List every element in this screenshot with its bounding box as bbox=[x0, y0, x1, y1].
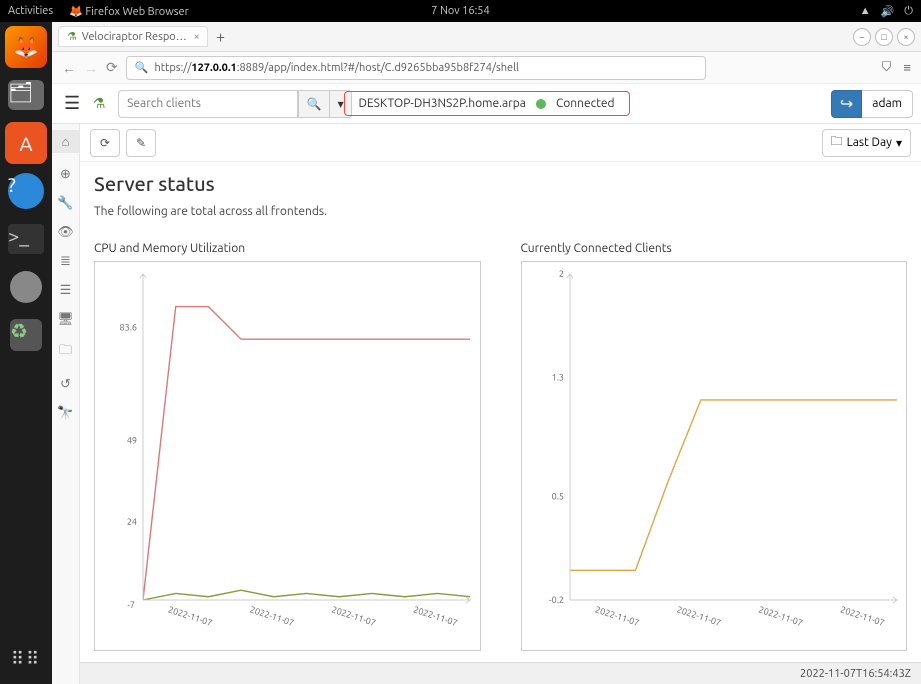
svg-text:-7: -7 bbox=[127, 600, 135, 610]
sidebar-server-icon[interactable]: ☰ bbox=[60, 283, 72, 298]
tab-title: Velociraptor Response a bbox=[82, 31, 188, 43]
chart-cpu-memory[interactable]: 24 49 83.6 -7 2022-11-07 2022-11-07 2022-11-07… bbox=[94, 261, 481, 651]
chevron-down-icon: ▾ bbox=[896, 136, 902, 150]
chart2-title: Currently Connected Clients bbox=[521, 242, 908, 255]
shield-icon[interactable]: ⛉ bbox=[882, 60, 892, 75]
toolbar: ⟳ ✎ 🗀 Last Day ▾ bbox=[80, 124, 921, 162]
app-menu-button[interactable]: ☰ bbox=[60, 93, 84, 114]
search-input[interactable] bbox=[118, 90, 298, 118]
dock: 🦊 🗂 A ? >_ ♻ ⠿⠿ bbox=[0, 22, 52, 684]
svg-text:83.6: 83.6 bbox=[120, 322, 137, 332]
activities-button[interactable]: Activities bbox=[8, 5, 53, 17]
host-name: DESKTOP-DH3NS2P.home.arpa bbox=[358, 97, 526, 110]
tab-bar: ⚗ Velociraptor Response a × + – □ × bbox=[52, 22, 921, 52]
svg-text:2022-11-07: 2022-11-07 bbox=[675, 604, 722, 628]
sidebar-laptop-icon[interactable]: 🖥 bbox=[57, 312, 74, 327]
dock-firefox[interactable]: 🦊 bbox=[5, 26, 47, 68]
sidebar-wrench-icon[interactable]: 🔧 bbox=[57, 196, 73, 211]
svg-text:49: 49 bbox=[127, 435, 137, 445]
chart1-title: CPU and Memory Utilization bbox=[94, 242, 481, 255]
volume-icon[interactable]: 🔊 bbox=[881, 5, 895, 18]
svg-text:2: 2 bbox=[558, 269, 563, 279]
new-tab-button[interactable]: + bbox=[216, 28, 225, 46]
dock-show-apps[interactable]: ⠿⠿ bbox=[11, 649, 41, 670]
clock[interactable]: 7 Nov 16:54 bbox=[431, 5, 489, 17]
dock-terminal[interactable]: >_ bbox=[5, 218, 47, 260]
status-dot-icon bbox=[536, 99, 546, 109]
sidebar-list-icon[interactable]: ≣ bbox=[60, 254, 71, 269]
favicon-icon: ⚗ bbox=[67, 30, 76, 43]
browser-tab[interactable]: ⚗ Velociraptor Response a × bbox=[58, 26, 208, 47]
url-bar: ← → ⟳ 🔍 https://127.0.0.1:8889/app/index… bbox=[52, 52, 921, 84]
forward-button[interactable]: → bbox=[84, 60, 98, 76]
app-bar: ☰ ⚗ 🔍 ▾ DESKTOP-DH3NS2P.home.arpa Connec… bbox=[52, 84, 921, 124]
svg-text:2022-11-07: 2022-11-07 bbox=[330, 604, 377, 628]
window-minimize[interactable]: – bbox=[853, 28, 871, 46]
refresh-button[interactable]: ⟳ bbox=[90, 129, 120, 157]
page-title: Server status bbox=[94, 172, 907, 195]
connection-status: Connected bbox=[556, 97, 615, 110]
svg-text:1.3: 1.3 bbox=[551, 373, 563, 383]
timestamp: 2022-11-07T16:54:43Z bbox=[800, 668, 911, 680]
sidebar-binoculars-icon[interactable]: 🔭 bbox=[57, 406, 73, 421]
window-maximize[interactable]: □ bbox=[875, 28, 893, 46]
svg-text:2022-11-07: 2022-11-07 bbox=[839, 604, 886, 628]
window-close[interactable]: × bbox=[897, 28, 915, 46]
dock-files[interactable]: 🗂 bbox=[5, 74, 47, 116]
svg-text:0.5: 0.5 bbox=[551, 491, 563, 501]
sidebar-folder-icon[interactable]: 🗀 bbox=[59, 341, 72, 363]
timerange-dropdown[interactable]: 🗀 Last Day ▾ bbox=[822, 129, 911, 157]
address-input[interactable]: 🔍 https://127.0.0.1:8889/app/index.html?… bbox=[126, 56, 706, 80]
svg-text:2022-11-07: 2022-11-07 bbox=[757, 604, 804, 628]
logout-button[interactable]: ↪ bbox=[831, 90, 862, 118]
sidebar-history-icon[interactable]: ↺ bbox=[60, 377, 71, 392]
dock-trash[interactable]: ♻ bbox=[5, 314, 47, 356]
lock-icon: 🔍 bbox=[135, 61, 149, 74]
chart-connected-clients[interactable]: -0.2 0.5 1.3 2 2022-11-07 2022-11-07 2022-11-0… bbox=[521, 261, 908, 651]
search-button[interactable]: 🔍 bbox=[298, 90, 330, 118]
dock-help[interactable]: ? bbox=[5, 170, 47, 212]
browser-window: ⚗ Velociraptor Response a × + – □ × ← → … bbox=[52, 22, 921, 684]
username[interactable]: adam bbox=[862, 90, 913, 118]
svg-text:2022-11-07: 2022-11-07 bbox=[249, 604, 296, 628]
network-icon[interactable]: ▲ bbox=[860, 5, 871, 17]
menu-icon[interactable]: ≡ bbox=[903, 60, 911, 75]
sidebar-home[interactable]: ⌂ bbox=[52, 130, 79, 153]
svg-text:24: 24 bbox=[127, 517, 137, 527]
power-icon[interactable]: ⏻ bbox=[904, 5, 913, 18]
svg-text:-0.2: -0.2 bbox=[549, 595, 564, 605]
page-subtitle: The following are total across all front… bbox=[94, 205, 907, 218]
os-topbar: Activities 🦊 Firefox Web Browser 7 Nov 1… bbox=[0, 0, 921, 22]
tab-close-icon[interactable]: × bbox=[193, 31, 199, 43]
app-indicator[interactable]: 🦊 Firefox Web Browser bbox=[69, 5, 189, 18]
dock-disk[interactable] bbox=[5, 266, 47, 308]
back-button[interactable]: ← bbox=[62, 60, 76, 76]
sidebar-eye-icon[interactable]: 👁 bbox=[57, 225, 74, 240]
sidebar-target-icon[interactable]: ⊕ bbox=[60, 167, 71, 182]
reload-button[interactable]: ⟳ bbox=[106, 59, 118, 76]
svg-text:2022-11-07: 2022-11-07 bbox=[167, 604, 214, 628]
velociraptor-logo-icon: ⚗ bbox=[90, 94, 108, 114]
svg-text:2022-11-07: 2022-11-07 bbox=[412, 604, 459, 628]
dock-software[interactable]: A bbox=[5, 122, 47, 164]
sidebar: ⌂ ⊕ 🔧 👁 ≣ ☰ 🖥 🗀 ↺ 🔭 bbox=[52, 124, 80, 684]
calendar-icon: 🗀 bbox=[831, 132, 843, 153]
svg-text:2022-11-07: 2022-11-07 bbox=[593, 604, 640, 628]
edit-button[interactable]: ✎ bbox=[126, 129, 156, 157]
status-bar: 2022-11-07T16:54:43Z bbox=[80, 662, 921, 684]
host-badge[interactable]: DESKTOP-DH3NS2P.home.arpa Connected bbox=[343, 91, 629, 116]
